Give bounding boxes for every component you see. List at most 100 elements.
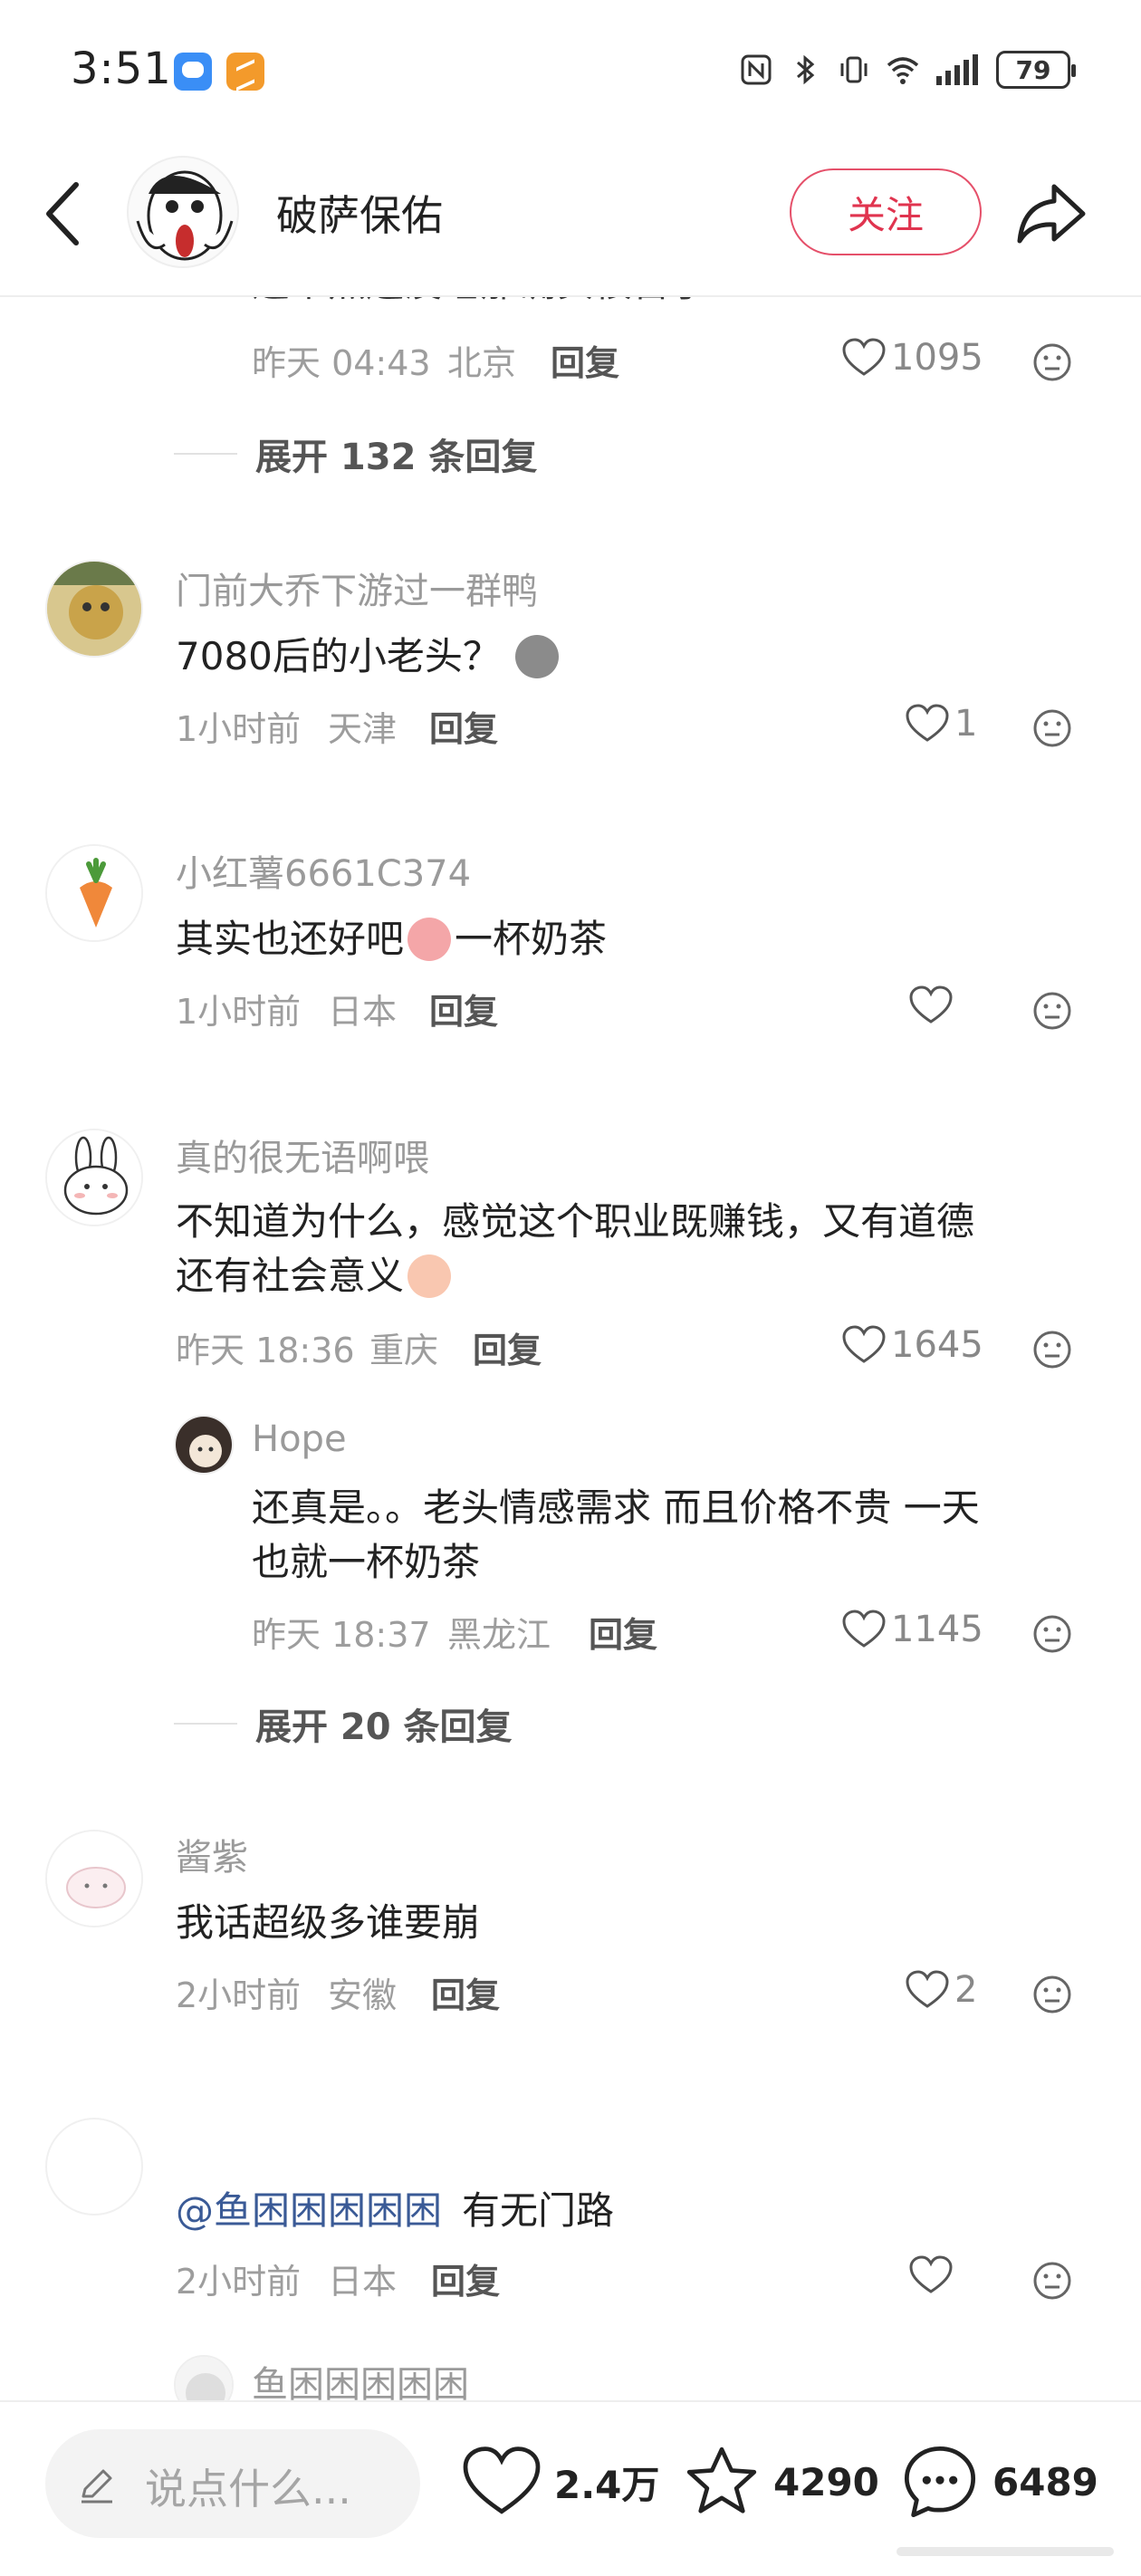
commenter-name[interactable]: 酱紫 <box>176 1828 248 1880</box>
commenter-avatar[interactable] <box>45 1129 143 1226</box>
comment-text: 这个点还没睡那确实很苦了 <box>252 297 708 312</box>
comment-input-placeholder: 说点什么... <box>145 2465 351 2514</box>
comment-text-row: 其实也还好吧 一杯奶茶 <box>176 911 607 967</box>
commenter-name[interactable]: 门前大乔下游过一群鸭 <box>176 562 538 614</box>
dislike-icon[interactable] <box>1032 1330 1072 1370</box>
dislike-icon[interactable] <box>1032 1614 1072 1654</box>
reply-button[interactable]: 回复 <box>431 2254 500 2303</box>
comment-text: 我话超级多谁要崩 <box>176 1900 481 1945</box>
dislike-icon[interactable] <box>1032 342 1072 382</box>
vibrate-icon <box>840 56 868 83</box>
reply-button[interactable]: 回复 <box>551 335 619 385</box>
comment-text: 有无门路 <box>462 2188 615 2233</box>
post-favorite-button[interactable]: 4290 <box>683 2427 879 2536</box>
reply-button[interactable]: 回复 <box>473 1322 542 1372</box>
dislike-icon[interactable] <box>1032 708 1072 748</box>
emoji-sticker-icon <box>514 634 559 678</box>
like-button[interactable] <box>909 985 958 1025</box>
reply-time: 昨天 18:37 <box>252 1615 431 1655</box>
comment-text: 还有社会意义 <box>176 1254 405 1298</box>
reply-button[interactable]: 回复 <box>429 701 498 751</box>
watermark-dots <box>896 2547 1114 2556</box>
author-avatar-image <box>136 170 234 261</box>
comment-location: 日本 <box>328 992 398 1032</box>
heart-icon <box>906 704 949 742</box>
reply-text: 还真是。。老头情感需求 而且价格不贵 一天 <box>252 1485 980 1530</box>
like-button[interactable]: 1 <box>906 703 977 745</box>
comment-time: 1小时前 <box>176 709 302 749</box>
star-icon <box>686 2446 757 2514</box>
comment-text-row: 7080后的小老头？ <box>176 629 562 685</box>
expand-replies[interactable]: 展开 132 条回复 <box>174 428 537 480</box>
like-count: 1145 <box>891 1609 983 1650</box>
pencil-icon <box>82 2469 112 2504</box>
reply-avatar[interactable] <box>174 2355 234 2400</box>
mention-link[interactable]: @鱼困困困困困 <box>176 2188 442 2233</box>
dislike-icon[interactable] <box>1032 1975 1072 2014</box>
status-icons: 79 <box>739 47 1076 92</box>
comment-location: 天津 <box>328 709 398 749</box>
comment-text: 不知道为什么，感觉这个职业既赚钱，又有道德 <box>176 1199 975 1244</box>
heart-icon <box>906 1970 949 2008</box>
baby-emoji-icon <box>408 1254 452 1298</box>
reply-button[interactable]: 回复 <box>431 1967 500 2017</box>
comment-time: 2小时前 <box>176 1975 302 2015</box>
post-comment-button[interactable]: 6489 <box>900 2427 1098 2536</box>
cloud-avatar-image <box>47 1831 141 1926</box>
comment-bubble-icon <box>904 2446 976 2518</box>
like-count: 1095 <box>891 337 983 379</box>
commenter-avatar[interactable] <box>45 2118 143 2216</box>
heart-icon <box>909 2255 953 2293</box>
heart-icon <box>842 1325 886 1363</box>
expand-divider <box>174 1723 237 1725</box>
message-app-icon <box>174 53 212 91</box>
notes-app-icon <box>226 53 264 91</box>
comment-location: 北京 <box>447 343 517 383</box>
post-like-button[interactable]: 2.4万 <box>462 2427 659 2536</box>
bluetooth-icon <box>797 54 815 85</box>
like-button[interactable]: 1095 <box>842 337 983 379</box>
like-button[interactable] <box>909 2255 958 2295</box>
commenter-name[interactable]: 小红薯6661C374 <box>176 844 471 897</box>
nfc-icon <box>741 54 772 85</box>
reply-location: 黑龙江 <box>447 1615 551 1655</box>
avatar-image <box>47 562 141 656</box>
expand-replies[interactable]: 展开 20 条回复 <box>174 1697 513 1750</box>
heart-icon <box>842 1610 886 1648</box>
commenter-avatar[interactable] <box>45 844 143 942</box>
share-icon[interactable] <box>1012 176 1090 252</box>
comment-feed: 这个点还没睡那确实很苦了 昨天 04:43 北京 回复 1095 展开 132 … <box>0 297 1141 2400</box>
like-count: 1645 <box>891 1324 983 1366</box>
dislike-icon[interactable] <box>1032 991 1072 1031</box>
like-count: 2 <box>954 1969 978 2011</box>
reply-username[interactable]: Hope <box>252 1418 347 1460</box>
author-avatar[interactable] <box>127 156 239 268</box>
dislike-icon[interactable] <box>1032 2261 1072 2301</box>
like-button[interactable]: 2 <box>906 1969 977 2011</box>
like-button[interactable]: 1645 <box>842 1324 983 1366</box>
cat-avatar-image <box>176 1417 232 1473</box>
commenter-avatar[interactable] <box>45 560 143 658</box>
bunny-avatar-image <box>47 1130 141 1225</box>
reply-button[interactable]: 回复 <box>589 1607 657 1657</box>
comment-input[interactable]: 说点什么... <box>45 2429 420 2538</box>
reply-avatar[interactable] <box>174 1415 234 1475</box>
like-count: 1 <box>954 703 978 745</box>
reply-button[interactable]: 回复 <box>429 984 498 1033</box>
expand-divider <box>174 453 237 455</box>
commenter-name[interactable]: 真的很无语啊喂 <box>176 1129 429 1181</box>
wifi-icon <box>887 57 919 84</box>
comment-text: 7080后的小老头？ <box>176 634 501 678</box>
like-button[interactable]: 1145 <box>842 1609 983 1650</box>
reply-username[interactable]: 鱼困困困困困 <box>252 2355 469 2400</box>
comment-time: 昨天 18:36 <box>176 1331 355 1370</box>
post-header: 破萨保佑 关注 <box>0 136 1141 297</box>
battery-indicator: 79 <box>996 51 1076 89</box>
author-name[interactable]: 破萨保佑 <box>276 183 443 243</box>
follow-button[interactable]: 关注 <box>790 168 982 255</box>
carrot-avatar-image <box>47 846 141 940</box>
commenter-avatar[interactable] <box>45 1830 143 1927</box>
back-icon[interactable] <box>36 176 91 252</box>
comment-text-row: @鱼困困困困困 有无门路 <box>176 2183 614 2239</box>
expand-replies-label: 展开 20 条回复 <box>255 1706 513 1748</box>
